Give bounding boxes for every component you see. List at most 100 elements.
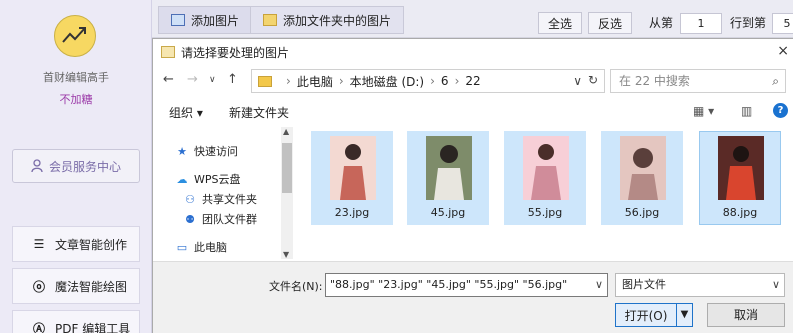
image-icon xyxy=(171,14,185,26)
from-label: 从第 xyxy=(649,16,674,30)
to-row-input[interactable]: 5 xyxy=(772,13,793,34)
filename-value: "88.jpg" "23.jpg" "45.jpg" "55.jpg" "56.… xyxy=(330,278,568,291)
file-item[interactable]: 55.jpg xyxy=(504,131,586,225)
file-item[interactable]: 23.jpg xyxy=(311,131,393,225)
breadcrumb-folder-22[interactable]: 22 xyxy=(465,74,480,88)
file-grid: 23.jpg 45.jpg 55.jpg 56.jpg 88.jpg xyxy=(301,127,793,259)
file-item[interactable]: 56.jpg xyxy=(601,131,683,225)
scrollbar-thumb[interactable] xyxy=(282,143,292,193)
file-item[interactable]: 88.jpg xyxy=(699,131,781,225)
sidebar: 首财编辑高手 不加糖 会员服务中心 ☰ 文章智能创作 ⓞ 魔法智能绘图 Ⓐ PD… xyxy=(0,0,152,333)
filetype-value: 图片文件 xyxy=(622,278,666,291)
file-open-dialog: 请选择要处理的图片 × ← → ∨ ↑ › 此电脑 › 本地磁盘 (D:) › … xyxy=(152,38,793,333)
folder-icon xyxy=(258,75,272,87)
magic-wand-icon: ⓞ xyxy=(32,279,45,294)
filename-input[interactable]: "88.jpg" "23.jpg" "45.jpg" "55.jpg" "56.… xyxy=(325,273,608,297)
nav-label: 魔法智能绘图 xyxy=(55,279,128,294)
scroll-up-icon[interactable]: ▲ xyxy=(283,127,289,136)
dialog-footer: 文件名(N): "88.jpg" "23.jpg" "45.jpg" "55.j… xyxy=(153,261,793,333)
refresh-icon[interactable]: ↻ xyxy=(588,73,598,87)
add-folder-images-label: 添加文件夹中的图片 xyxy=(283,13,392,28)
nav-article-creation[interactable]: ☰ 文章智能创作 xyxy=(12,226,140,262)
from-row-input[interactable]: 1 xyxy=(680,13,722,34)
chevron-down-icon[interactable]: ∨ xyxy=(573,74,582,88)
image-thumbnail xyxy=(718,136,764,200)
tree-item-team-group[interactable]: ⚉ 团队文件群 xyxy=(183,211,257,227)
select-all-button[interactable]: 全选 xyxy=(538,12,582,34)
computer-icon: ▭ xyxy=(176,240,188,254)
tree-item-this-pc[interactable]: ▭ 此电脑 xyxy=(175,239,227,255)
dialog-titlebar: 请选择要处理的图片 xyxy=(153,39,793,65)
up-arrow-icon[interactable]: ↑ xyxy=(227,72,238,87)
nav-label: PDF 编辑工具 xyxy=(55,321,131,333)
folder-image-icon xyxy=(263,14,277,26)
image-thumbnail xyxy=(620,136,666,200)
tree-item-shared-folder[interactable]: ⚇ 共享文件夹 xyxy=(183,191,257,207)
file-name: 88.jpg xyxy=(722,206,758,219)
chevron-down-icon[interactable]: ∨ xyxy=(595,274,603,296)
cancel-button[interactable]: 取消 xyxy=(707,303,785,327)
scroll-down-icon[interactable]: ▼ xyxy=(283,250,289,259)
list-icon: ☰ xyxy=(33,237,45,251)
toolbar: 添加图片 添加文件夹中的图片 全选 反选 从第 1 行到第 5 xyxy=(152,0,793,38)
organize-button[interactable]: 组织 ▾ xyxy=(169,104,203,121)
search-placeholder: 在 22 中搜索 xyxy=(619,74,690,88)
filetype-select[interactable]: 图片文件 ∨ xyxy=(615,273,785,297)
file-name: 56.jpg xyxy=(624,206,660,219)
view-options-icon[interactable]: ▦ ▾ xyxy=(693,104,714,118)
file-name: 55.jpg xyxy=(527,206,563,219)
tree-item-label: 此电脑 xyxy=(194,241,227,254)
search-icon: ⌕ xyxy=(772,74,779,88)
tree-scrollbar[interactable]: ▲ ▼ xyxy=(281,127,293,259)
tree-item-wps-cloud[interactable]: ☁ WPS云盘 xyxy=(175,171,241,187)
nav-magic-drawing[interactable]: ⓞ 魔法智能绘图 xyxy=(12,268,140,304)
breadcrumb-pc[interactable]: 此电脑 xyxy=(297,73,333,90)
command-bar: 组织 ▾ 新建文件夹 ▦ ▾ ▥ ? xyxy=(153,99,793,125)
file-item[interactable]: 45.jpg xyxy=(407,131,489,225)
share-icon: ⚇ xyxy=(185,192,195,206)
user-icon xyxy=(31,159,43,173)
team-icon: ⚉ xyxy=(185,212,195,226)
nav-label: 文章智能创作 xyxy=(55,237,128,252)
app-logo xyxy=(54,15,96,57)
cloud-icon: ☁ xyxy=(176,172,188,186)
tree-item-label: 快速访问 xyxy=(194,145,238,158)
open-button[interactable]: 打开(O) ▼ xyxy=(615,303,693,327)
forward-arrow-icon[interactable]: → xyxy=(187,72,198,87)
search-input[interactable]: 在 22 中搜索 ⌕ xyxy=(610,69,786,93)
file-name: 45.jpg xyxy=(430,206,466,219)
file-name: 23.jpg xyxy=(334,206,370,219)
new-folder-button[interactable]: 新建文件夹 xyxy=(229,104,289,121)
navigation-tree: ★ 快速访问 ☁ WPS云盘 ⚇ 共享文件夹 ⚉ 团队文件群 ▭ 此电脑 xyxy=(153,127,295,259)
preview-pane-icon[interactable]: ▥ xyxy=(741,104,752,118)
pdf-icon: Ⓐ xyxy=(32,321,45,333)
image-thumbnail xyxy=(330,136,376,200)
invert-selection-button[interactable]: 反选 xyxy=(588,12,632,34)
chevron-down-icon[interactable]: ∨ xyxy=(209,75,216,85)
address-bar[interactable]: › 此电脑 › 本地磁盘 (D:) › 6 › 22 ∨ ↻ xyxy=(251,69,605,93)
breadcrumb-drive[interactable]: 本地磁盘 (D:) xyxy=(350,73,424,90)
tree-item-quick-access[interactable]: ★ 快速访问 xyxy=(175,143,238,159)
image-thumbnail xyxy=(426,136,472,200)
breadcrumb-folder-6[interactable]: 6 xyxy=(441,74,449,88)
image-thumbnail xyxy=(523,136,569,200)
add-image-tab[interactable]: 添加图片 xyxy=(158,6,253,34)
tree-item-label: 共享文件夹 xyxy=(202,193,257,206)
star-icon: ★ xyxy=(177,144,187,158)
filename-label: 文件名(N): xyxy=(269,280,323,293)
add-folder-images-tab[interactable]: 添加文件夹中的图片 xyxy=(250,6,405,34)
member-service-button[interactable]: 会员服务中心 xyxy=(12,149,140,183)
user-name[interactable]: 不加糖 xyxy=(0,91,152,107)
add-image-label: 添加图片 xyxy=(191,13,240,28)
help-icon[interactable]: ? xyxy=(773,103,788,118)
close-icon[interactable]: × xyxy=(777,43,789,59)
open-label: 打开(O) xyxy=(624,308,668,323)
picture-icon xyxy=(161,46,175,58)
chevron-down-icon[interactable]: ∨ xyxy=(772,274,780,296)
navigation-bar: ← → ∨ ↑ › 此电脑 › 本地磁盘 (D:) › 6 › 22 ∨ ↻ 在… xyxy=(153,67,793,95)
back-arrow-icon[interactable]: ← xyxy=(163,72,174,87)
open-dropdown-icon[interactable]: ▼ xyxy=(676,304,692,326)
to-label: 行到第 xyxy=(730,16,767,30)
nav-pdf-editor[interactable]: Ⓐ PDF 编辑工具 xyxy=(12,310,140,333)
tree-item-label: 团队文件群 xyxy=(202,213,257,226)
